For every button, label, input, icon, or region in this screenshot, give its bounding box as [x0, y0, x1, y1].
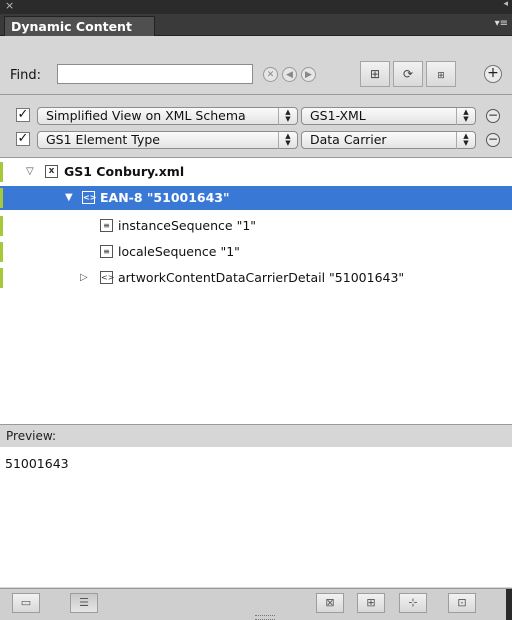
plus-icon: +	[487, 65, 499, 81]
next-result-icon[interactable]: ▶	[301, 67, 316, 82]
filter-row: ✓ Simplified View on XML Schema ▲ ▼ GS1-X…	[0, 106, 512, 130]
element-value-select[interactable]: Data Carrier ▲ ▼	[301, 131, 476, 149]
remove-filter-button[interactable]: −	[486, 133, 500, 147]
frame-tool-icon: ⊞	[366, 596, 376, 609]
filter-row: ✓ GS1 Element Type ▲ ▼ Data Carrier ▲ ▼ −	[0, 130, 512, 154]
filter-checkbox[interactable]: ✓	[16, 108, 30, 122]
collapse-icon[interactable]: ◂	[503, 0, 508, 9]
attribute-icon: ≡	[100, 219, 113, 232]
dynamic-content-panel: × ◂ Dynamic Content ▾≡ Find: ✕ ◀ ▶ ⊞ ⟳ ⊞…	[0, 0, 512, 620]
bottom-tool-1-button[interactable]: ⊠	[316, 593, 344, 613]
expand-all-icon: ⊞	[369, 67, 381, 81]
collapse-triangle-icon[interactable]: ▼	[65, 186, 73, 210]
find-toolbar: Find: ✕ ◀ ▶ ⊞ ⟳ ⊞ +	[0, 36, 512, 95]
schema-type-value: GS1-XML	[310, 108, 366, 123]
tree-marker	[0, 242, 3, 262]
frame-view-icon: ▭	[20, 596, 32, 609]
bottom-toolbar: ▭ ☰ ⊠ ⊞ ⊹ ⊡	[0, 588, 512, 620]
tab-dynamic-content[interactable]: Dynamic Content	[4, 16, 155, 36]
element-icon: <>	[82, 191, 97, 204]
clear-search-icon[interactable]: ✕	[263, 67, 278, 82]
insert-tool-icon: ⊡	[457, 596, 467, 609]
bottom-tool-2-button[interactable]: ⊞	[357, 593, 385, 613]
list-view-button[interactable]: ☰	[70, 593, 98, 613]
refresh-icon: ⟳	[402, 67, 414, 81]
element-type-label: GS1 Element Type	[46, 132, 160, 147]
previous-result-icon[interactable]: ◀	[282, 67, 297, 82]
tree-item-label: artworkContentDataCarrierDetail "5100164…	[118, 270, 405, 285]
xml-tree: ▽ x GS1 Conbury.xml ▼ <> EAN-8 "51001643…	[0, 157, 512, 424]
tree-marker	[0, 216, 3, 236]
tree-marker	[0, 268, 3, 288]
select-arrows-icon: ▲ ▼	[278, 108, 297, 125]
schema-type-select[interactable]: GS1-XML ▲ ▼	[301, 107, 476, 125]
chart-tool-icon: ⊠	[325, 596, 335, 609]
import-xml-button[interactable]: ⊞	[426, 61, 456, 87]
resize-grip[interactable]	[255, 615, 275, 620]
collapse-triangle-icon[interactable]: ▽	[26, 160, 34, 184]
select-arrows-icon: ▲ ▼	[456, 132, 475, 149]
refresh-button[interactable]: ⟳	[393, 61, 423, 87]
place-tool-icon: ⊹	[408, 596, 418, 609]
select-arrows-icon: ▲ ▼	[456, 108, 475, 125]
preview-label: Preview:	[6, 429, 57, 443]
panel-edge	[506, 589, 512, 620]
find-label: Find:	[10, 68, 42, 83]
tab-strip: Dynamic Content ▾≡	[0, 14, 512, 36]
element-icon: <>	[100, 271, 115, 284]
select-arrows-icon: ▲ ▼	[278, 132, 297, 149]
tree-item-label: instanceSequence "1"	[118, 218, 257, 233]
tree-marker	[0, 188, 3, 208]
tree-root-label: GS1 Conbury.xml	[64, 164, 185, 179]
xml-file-icon: x	[45, 165, 58, 178]
tree-item-selected[interactable]: ▼ <> EAN-8 "51001643"	[0, 186, 512, 210]
find-input[interactable]	[57, 64, 253, 84]
preview-text: 51001643	[5, 456, 69, 471]
tree-root[interactable]: ▽ x GS1 Conbury.xml	[0, 160, 512, 184]
panel-titlebar: × ◂	[0, 0, 512, 14]
list-view-icon: ☰	[79, 596, 89, 609]
preview-header[interactable]: Preview:	[0, 424, 512, 448]
import-xml-icon: ⊞	[437, 71, 445, 81]
bottom-tool-4-button[interactable]: ⊡	[448, 593, 476, 613]
remove-filter-button[interactable]: −	[486, 109, 500, 123]
element-value: Data Carrier	[310, 132, 387, 147]
tree-item[interactable]: ≡ localeSequence "1"	[0, 240, 512, 264]
bottom-tool-3-button[interactable]: ⊹	[399, 593, 427, 613]
expand-all-button[interactable]: ⊞	[360, 61, 390, 87]
element-type-select[interactable]: GS1 Element Type ▲ ▼	[37, 131, 298, 149]
tree-item[interactable]: ≡ instanceSequence "1"	[0, 214, 512, 238]
tree-item-label: localeSequence "1"	[118, 244, 240, 259]
schema-view-value: Simplified View on XML Schema	[46, 108, 246, 123]
add-filter-button[interactable]: +	[484, 65, 502, 83]
tree-marker	[0, 162, 3, 182]
attribute-icon: ≡	[100, 245, 113, 258]
panel-menu-icon[interactable]: ▾≡	[495, 18, 508, 29]
filter-checkbox[interactable]: ✓	[16, 132, 30, 146]
frame-view-button[interactable]: ▭	[12, 593, 40, 613]
tree-item-label: EAN-8 "51001643"	[100, 190, 230, 205]
schema-view-select[interactable]: Simplified View on XML Schema ▲ ▼	[37, 107, 298, 125]
expand-triangle-icon[interactable]: ▷	[80, 266, 88, 290]
close-icon[interactable]: ×	[5, 0, 14, 12]
preview-area: 51001643	[0, 447, 512, 587]
tree-item[interactable]: ▷ <> artworkContentDataCarrierDetail "51…	[0, 266, 512, 290]
